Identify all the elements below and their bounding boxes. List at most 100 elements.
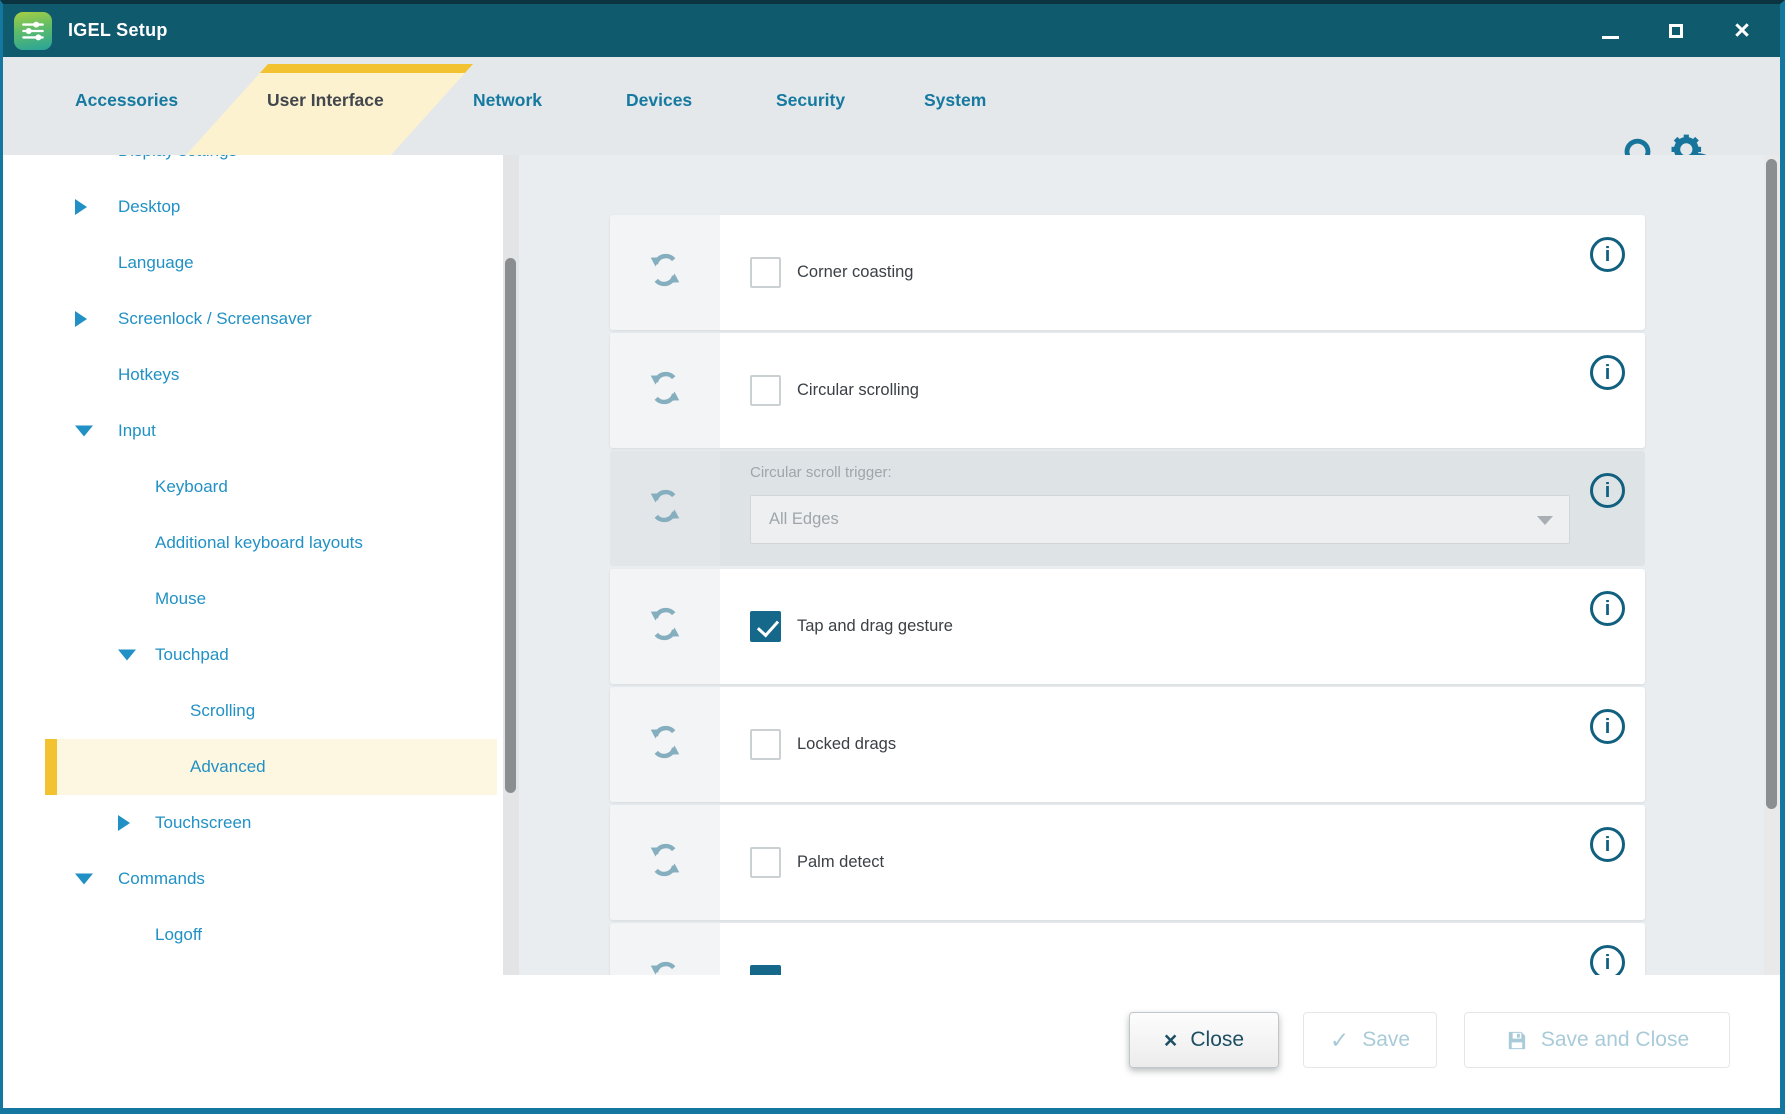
reset-icon[interactable] xyxy=(646,605,684,648)
tab-accessories[interactable]: Accessories xyxy=(75,57,178,143)
setting-body: Circular scroll trigger: All Edges i xyxy=(720,451,1645,566)
caret-right-icon[interactable] xyxy=(118,815,130,831)
igel-setup-window: IGEL Setup × xyxy=(0,0,1785,1114)
setting-checkbox[interactable] xyxy=(750,257,781,288)
sidebar-item-display-settings[interactable]: Display settings xyxy=(45,155,497,179)
reset-icon[interactable] xyxy=(646,487,684,530)
info-icon[interactable]: i xyxy=(1590,591,1625,626)
setting-checkbox[interactable] xyxy=(750,729,781,760)
footer-bar: × Close ✓ Save Save and Close xyxy=(3,975,1780,1108)
setting-label: Corner coasting xyxy=(797,263,913,282)
tab-network[interactable]: Network xyxy=(473,57,542,143)
sidebar-item-commands[interactable]: Commands xyxy=(45,851,497,907)
setting-body: Tap and drag gesture i xyxy=(720,569,1645,684)
caret-down-icon[interactable] xyxy=(118,650,136,661)
sidebar-item-touchscreen[interactable]: Touchscreen xyxy=(45,795,497,851)
setting-body: Locked drags i xyxy=(720,687,1645,802)
select-dropdown: All Edges xyxy=(750,495,1570,544)
floppy-icon xyxy=(1505,1029,1528,1052)
setting-label: Palm detect xyxy=(797,853,884,872)
reset-icon[interactable] xyxy=(646,369,684,412)
minimize-button[interactable] xyxy=(1598,17,1622,45)
sidebar-scrollbar[interactable] xyxy=(503,155,519,975)
sidebar-item-language[interactable]: Language xyxy=(45,235,497,291)
caret-right-icon[interactable] xyxy=(75,311,87,327)
sidebar-item-label: Mouse xyxy=(155,589,206,609)
caret-down-icon xyxy=(1537,516,1553,525)
sidebar-item-label: Hotkeys xyxy=(118,365,179,385)
caret-right-icon[interactable] xyxy=(75,199,87,215)
sidebar-item-label: Keyboard xyxy=(155,477,228,497)
tab-label: Network xyxy=(473,90,542,111)
info-icon[interactable]: i xyxy=(1590,473,1625,508)
info-icon[interactable]: i xyxy=(1590,709,1625,744)
navigation-sidebar: Display settings Desktop Language Screen… xyxy=(3,155,519,975)
reset-icon[interactable] xyxy=(646,959,684,975)
tab-devices[interactable]: Devices xyxy=(626,57,692,143)
navigation-tree: Display settings Desktop Language Screen… xyxy=(3,155,519,963)
main-area: Display settings Desktop Language Screen… xyxy=(3,155,1780,975)
tab-security[interactable]: Security xyxy=(776,57,845,143)
reset-strip xyxy=(610,451,720,566)
setting-body: Palm detect i xyxy=(720,805,1645,920)
sidebar-item-label: Advanced xyxy=(190,757,266,777)
setting-body: i xyxy=(720,923,1645,975)
sidebar-item-hotkeys[interactable]: Hotkeys xyxy=(45,347,497,403)
close-button-label: Close xyxy=(1190,1028,1244,1052)
tab-label: User Interface xyxy=(267,90,384,111)
sidebar-item-mouse[interactable]: Mouse xyxy=(45,571,497,627)
tab-bar: Accessories User Interface Network Devic… xyxy=(3,57,1780,155)
caret-down-icon[interactable] xyxy=(75,426,93,437)
close-button[interactable]: × Close xyxy=(1129,1012,1279,1068)
content-scrollbar-thumb[interactable] xyxy=(1766,159,1777,809)
tab-user-interface[interactable]: User Interface xyxy=(267,57,384,143)
sidebar-item-label: Input xyxy=(118,421,156,441)
sidebar-item-keyboard[interactable]: Keyboard xyxy=(45,459,497,515)
reset-icon[interactable] xyxy=(646,723,684,766)
close-icon: × xyxy=(1734,17,1750,44)
setting-body: Circular scrolling i xyxy=(720,333,1645,448)
setting-checkbox[interactable] xyxy=(750,611,781,642)
setting-checkbox[interactable] xyxy=(750,375,781,406)
reset-strip xyxy=(610,805,720,920)
setting-row-circular-scroll-trigger: Circular scroll trigger: All Edges i xyxy=(610,451,1645,566)
sidebar-item-input[interactable]: Input xyxy=(45,403,497,459)
sidebar-item-label: Commands xyxy=(118,869,205,889)
setting-checkbox[interactable] xyxy=(750,847,781,878)
info-icon[interactable]: i xyxy=(1590,355,1625,390)
window-controls: × xyxy=(1598,4,1766,57)
info-icon[interactable]: i xyxy=(1590,945,1625,975)
reset-strip xyxy=(610,333,720,448)
sidebar-item-advanced[interactable]: Advanced xyxy=(45,739,497,795)
check-icon: ✓ xyxy=(1330,1029,1349,1052)
reset-strip xyxy=(610,687,720,802)
sidebar-scrollbar-thumb[interactable] xyxy=(505,258,516,793)
caret-down-icon[interactable] xyxy=(75,874,93,885)
content-scrollbar[interactable] xyxy=(1764,155,1780,975)
save-button-label: Save xyxy=(1362,1028,1410,1052)
sidebar-item-label: Touchpad xyxy=(155,645,229,665)
title-bar: IGEL Setup × xyxy=(3,4,1780,57)
close-window-button[interactable]: × xyxy=(1730,17,1754,45)
setting-checkbox[interactable] xyxy=(750,965,781,975)
reset-strip xyxy=(610,923,720,975)
setting-row-corner-coasting: Corner coasting i xyxy=(610,215,1645,330)
setting-label: Locked drags xyxy=(797,735,896,754)
sidebar-item-screenlock-screensaver[interactable]: Screenlock / Screensaver xyxy=(45,291,497,347)
sidebar-item-desktop[interactable]: Desktop xyxy=(45,179,497,235)
info-icon[interactable]: i xyxy=(1590,827,1625,862)
sidebar-item-touchpad[interactable]: Touchpad xyxy=(45,627,497,683)
tab-system[interactable]: System xyxy=(924,57,986,143)
settings-panel: Corner coasting i Circular scrolling i xyxy=(519,155,1780,975)
setting-row-palm-detect: Palm detect i xyxy=(610,805,1645,920)
maximize-button[interactable] xyxy=(1664,17,1688,45)
reset-icon[interactable] xyxy=(646,251,684,294)
sidebar-item-logoff[interactable]: Logoff xyxy=(45,907,497,963)
info-icon[interactable]: i xyxy=(1590,237,1625,272)
sidebar-item-additional-keyboard-layouts[interactable]: Additional keyboard layouts xyxy=(45,515,497,571)
window-title: IGEL Setup xyxy=(68,20,168,41)
minimize-icon xyxy=(1602,36,1619,39)
setting-label: Circular scrolling xyxy=(797,381,919,400)
sidebar-item-scrolling[interactable]: Scrolling xyxy=(45,683,497,739)
reset-icon[interactable] xyxy=(646,841,684,884)
